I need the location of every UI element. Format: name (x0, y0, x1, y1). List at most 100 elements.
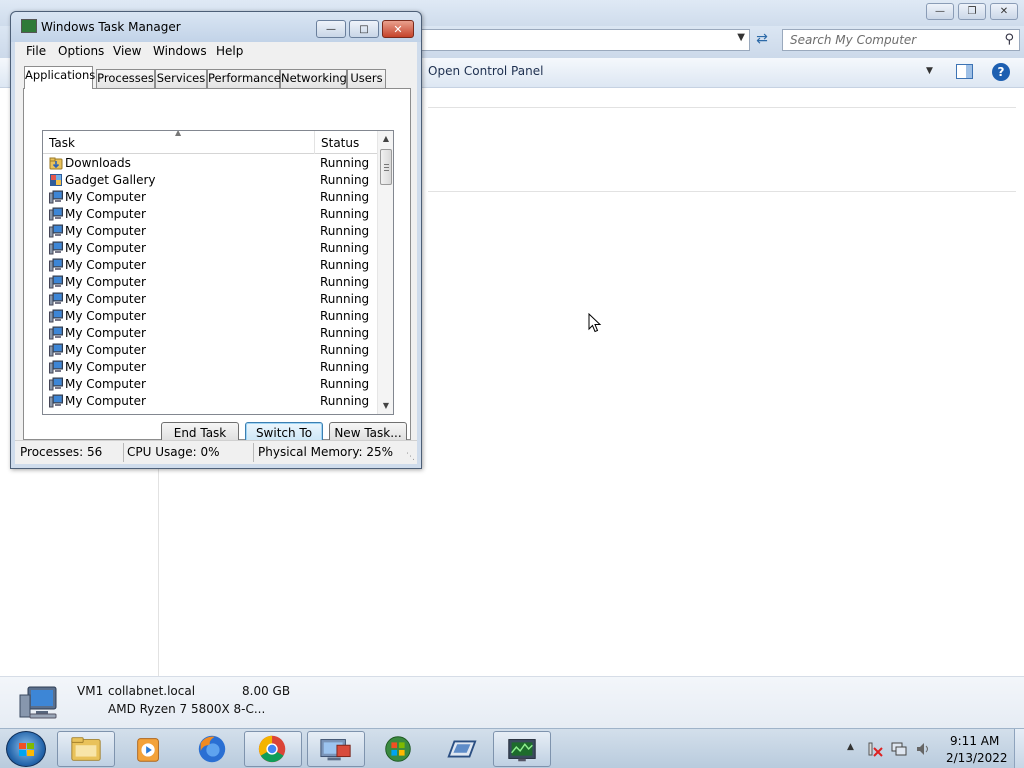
taskbar-vmware-button[interactable] (432, 731, 490, 767)
computer-icon (19, 686, 57, 719)
clock-time[interactable]: 9:11 AM (950, 734, 999, 748)
task-name: My Computer (65, 292, 146, 306)
task-row[interactable]: My Computer Running (43, 240, 377, 257)
action-center-icon[interactable] (867, 741, 883, 757)
group-divider (428, 191, 1016, 192)
menu-view[interactable]: View (113, 44, 141, 58)
task-status: Running (320, 377, 370, 391)
task-list[interactable]: ▲ Task Status Downloads Running Gadget Gal… (42, 130, 394, 415)
task-status: Running (320, 275, 370, 289)
task-name: My Computer (65, 309, 146, 323)
restore-button[interactable]: ❐ (958, 3, 986, 20)
group-divider (428, 107, 1016, 108)
volume-icon[interactable] (915, 741, 931, 757)
task-name: My Computer (65, 190, 146, 204)
scroll-up-arrow-icon[interactable]: ▲ (378, 131, 393, 147)
task-row[interactable]: My Computer Running (43, 291, 377, 308)
search-icon[interactable]: ⚲ (1004, 32, 1014, 47)
column-header-task[interactable]: Task (43, 131, 315, 154)
menu-help[interactable]: Help (216, 44, 243, 58)
media-player-icon (137, 738, 159, 762)
address-field[interactable]: ▼ (420, 29, 750, 51)
maximize-button[interactable]: □ (349, 20, 379, 38)
task-name: My Computer (65, 343, 146, 357)
task-row[interactable]: My Computer Running (43, 274, 377, 291)
computer-icon (49, 343, 63, 357)
tab-users[interactable]: Users (347, 69, 386, 88)
network-icon[interactable] (891, 741, 907, 757)
show-hidden-icons-icon[interactable]: ▲ (847, 742, 854, 752)
menu-bar: File Options View Windows Help (15, 42, 417, 62)
processor-value: AMD Ryzen 7 5800X 8-C... (108, 702, 266, 716)
scroll-down-arrow-icon[interactable]: ▼ (378, 398, 393, 414)
status-bar: Processes: 56 CPU Usage: 0% Physical Mem… (15, 440, 417, 464)
resize-grip-icon[interactable]: ⋱ (406, 452, 415, 462)
close-button[interactable]: ✕ (990, 3, 1018, 20)
window-title: Windows Task Manager (41, 20, 181, 34)
task-status: Running (320, 224, 370, 238)
open-control-panel-button[interactable]: Open Control Panel (428, 64, 543, 78)
show-desktop-button[interactable] (1014, 729, 1024, 768)
task-row[interactable]: My Computer Running (43, 189, 377, 206)
computer-icon (49, 360, 63, 374)
task-row[interactable]: My Computer Running (43, 325, 377, 342)
taskbar-chrome-button[interactable] (244, 731, 302, 767)
minimize-button[interactable]: — (316, 20, 346, 38)
physical-memory: Physical Memory: 25% (258, 445, 394, 459)
tab-services[interactable]: Services (155, 69, 207, 88)
taskbar-task-manager-button[interactable] (493, 731, 551, 767)
task-row[interactable]: My Computer Running (43, 359, 377, 376)
chevron-down-icon[interactable]: ▼ (737, 32, 745, 43)
refresh-icon[interactable]: ⇄ (752, 31, 772, 51)
taskbar-explorer-button[interactable] (57, 731, 115, 767)
task-manager-titlebar[interactable]: Windows Task Manager — □ ✕ (11, 12, 421, 42)
task-status: Running (320, 292, 370, 306)
task-name: Downloads (65, 156, 131, 170)
taskbar-media-player-button[interactable] (120, 731, 178, 767)
vertical-scrollbar[interactable]: ▲ ▼ (377, 131, 393, 414)
task-manager-icon (21, 19, 37, 33)
task-row[interactable]: Gadget Gallery Running (43, 172, 377, 189)
task-row[interactable]: My Computer Running (43, 376, 377, 393)
scrollbar-thumb[interactable] (380, 149, 392, 185)
firefox-icon (198, 735, 226, 763)
task-name: My Computer (65, 224, 146, 238)
task-row[interactable]: Downloads Running (43, 155, 377, 172)
clock-date[interactable]: 2/13/2022 (946, 751, 1008, 765)
task-row[interactable]: My Computer Running (43, 206, 377, 223)
task-rows: Downloads Running Gadget Gallery Running My … (43, 155, 377, 414)
minimize-button[interactable]: — (926, 3, 954, 20)
task-name: My Computer (65, 326, 146, 340)
menu-file[interactable]: File (26, 44, 46, 58)
memory-value: 8.00 GB (242, 684, 291, 698)
preview-pane-icon[interactable] (956, 64, 973, 79)
tab-processes[interactable]: Processes (96, 69, 155, 88)
search-input[interactable]: Search My Computer ⚲ (782, 29, 1020, 51)
grip-line (384, 164, 389, 165)
help-icon[interactable]: ? (992, 63, 1010, 81)
task-name: My Computer (65, 241, 146, 255)
task-name: My Computer (65, 377, 146, 391)
view-options-chevron-icon[interactable]: ▼ (926, 66, 933, 76)
tab-performance[interactable]: Performance (207, 69, 281, 88)
menu-options[interactable]: Options (58, 44, 104, 58)
chrome-icon (258, 735, 286, 763)
task-row[interactable]: My Computer Running (43, 257, 377, 274)
task-row[interactable]: My Computer Running (43, 223, 377, 240)
close-button[interactable]: ✕ (382, 20, 414, 38)
start-button[interactable] (6, 731, 46, 767)
menu-windows[interactable]: Windows (153, 44, 207, 58)
task-status: Running (320, 173, 370, 187)
task-status: Running (320, 326, 370, 340)
windows-explorer-icon (71, 737, 101, 761)
taskbar-firefox-button[interactable] (183, 731, 241, 767)
tab-applications[interactable]: Applications (24, 66, 95, 89)
mouse-cursor-icon (588, 313, 602, 333)
column-header-status[interactable]: Status (315, 131, 377, 154)
task-row[interactable]: My Computer Running (43, 308, 377, 325)
task-row[interactable]: My Computer Running (43, 342, 377, 359)
taskbar-remote-desktop-button[interactable] (307, 731, 365, 767)
task-row[interactable]: My Computer Running (43, 393, 377, 410)
taskbar-windows-update-button[interactable] (369, 731, 427, 767)
tab-networking[interactable]: Networking (280, 69, 347, 88)
